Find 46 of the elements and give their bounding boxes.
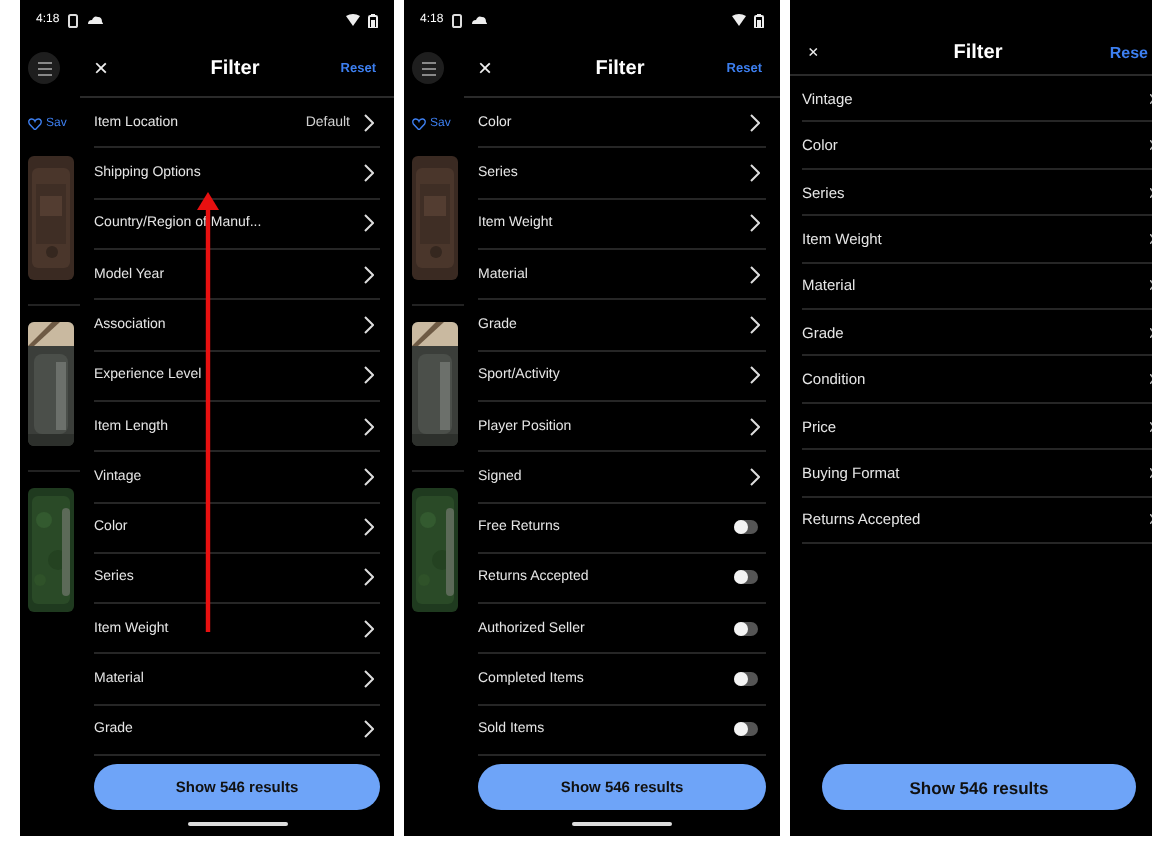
cloud-icon [85, 14, 104, 26]
chevron-icon [750, 214, 760, 233]
cloud-icon [469, 14, 488, 26]
chevron-icon [364, 163, 374, 182]
chevron-icon [364, 417, 374, 436]
toggle-switch[interactable] [734, 520, 758, 535]
toggle-switch[interactable] [734, 570, 758, 585]
close-button[interactable]: × [808, 43, 819, 61]
heart-icon [28, 118, 42, 130]
sheet-title: Filter [210, 57, 260, 79]
chevron-icon [750, 315, 760, 334]
chevron-icon [364, 265, 374, 284]
chevron-icon [364, 113, 374, 132]
chevron-icon [364, 518, 374, 537]
heart-icon [412, 118, 426, 130]
phone-icon [67, 13, 78, 27]
wifi-icon [346, 14, 360, 26]
toggle-switch[interactable] [734, 722, 758, 737]
chevron-icon [364, 670, 374, 689]
battery-icon [754, 13, 764, 27]
battery-icon [368, 13, 378, 27]
chevron-icon [750, 113, 760, 132]
show-results-button[interactable]: Show 546 results [822, 764, 1136, 810]
chevron-icon [750, 265, 760, 284]
close-button[interactable]: × [478, 56, 493, 80]
menu-button[interactable] [28, 52, 60, 84]
chevron-icon [364, 568, 374, 587]
menu-button[interactable] [412, 52, 444, 84]
wifi-icon [732, 14, 746, 26]
chevron-icon [364, 720, 374, 739]
phone-icon [451, 13, 462, 27]
chevron-icon [750, 366, 760, 385]
close-button[interactable]: × [94, 56, 109, 80]
toggle-switch[interactable] [734, 621, 758, 636]
chevron-icon [364, 315, 374, 334]
toggle-switch[interactable] [734, 672, 758, 687]
chevron-icon [364, 619, 374, 638]
chevron-icon [364, 214, 374, 233]
sheet-title: Filter [595, 57, 645, 79]
chevron-icon [750, 417, 760, 436]
chevron-icon [364, 467, 374, 486]
chevron-icon [750, 163, 760, 182]
reset-button[interactable]: Rese [1109, 43, 1148, 61]
chevron-icon [750, 467, 760, 486]
chevron-icon [364, 366, 374, 385]
sheet-title: Filter [953, 41, 1003, 63]
